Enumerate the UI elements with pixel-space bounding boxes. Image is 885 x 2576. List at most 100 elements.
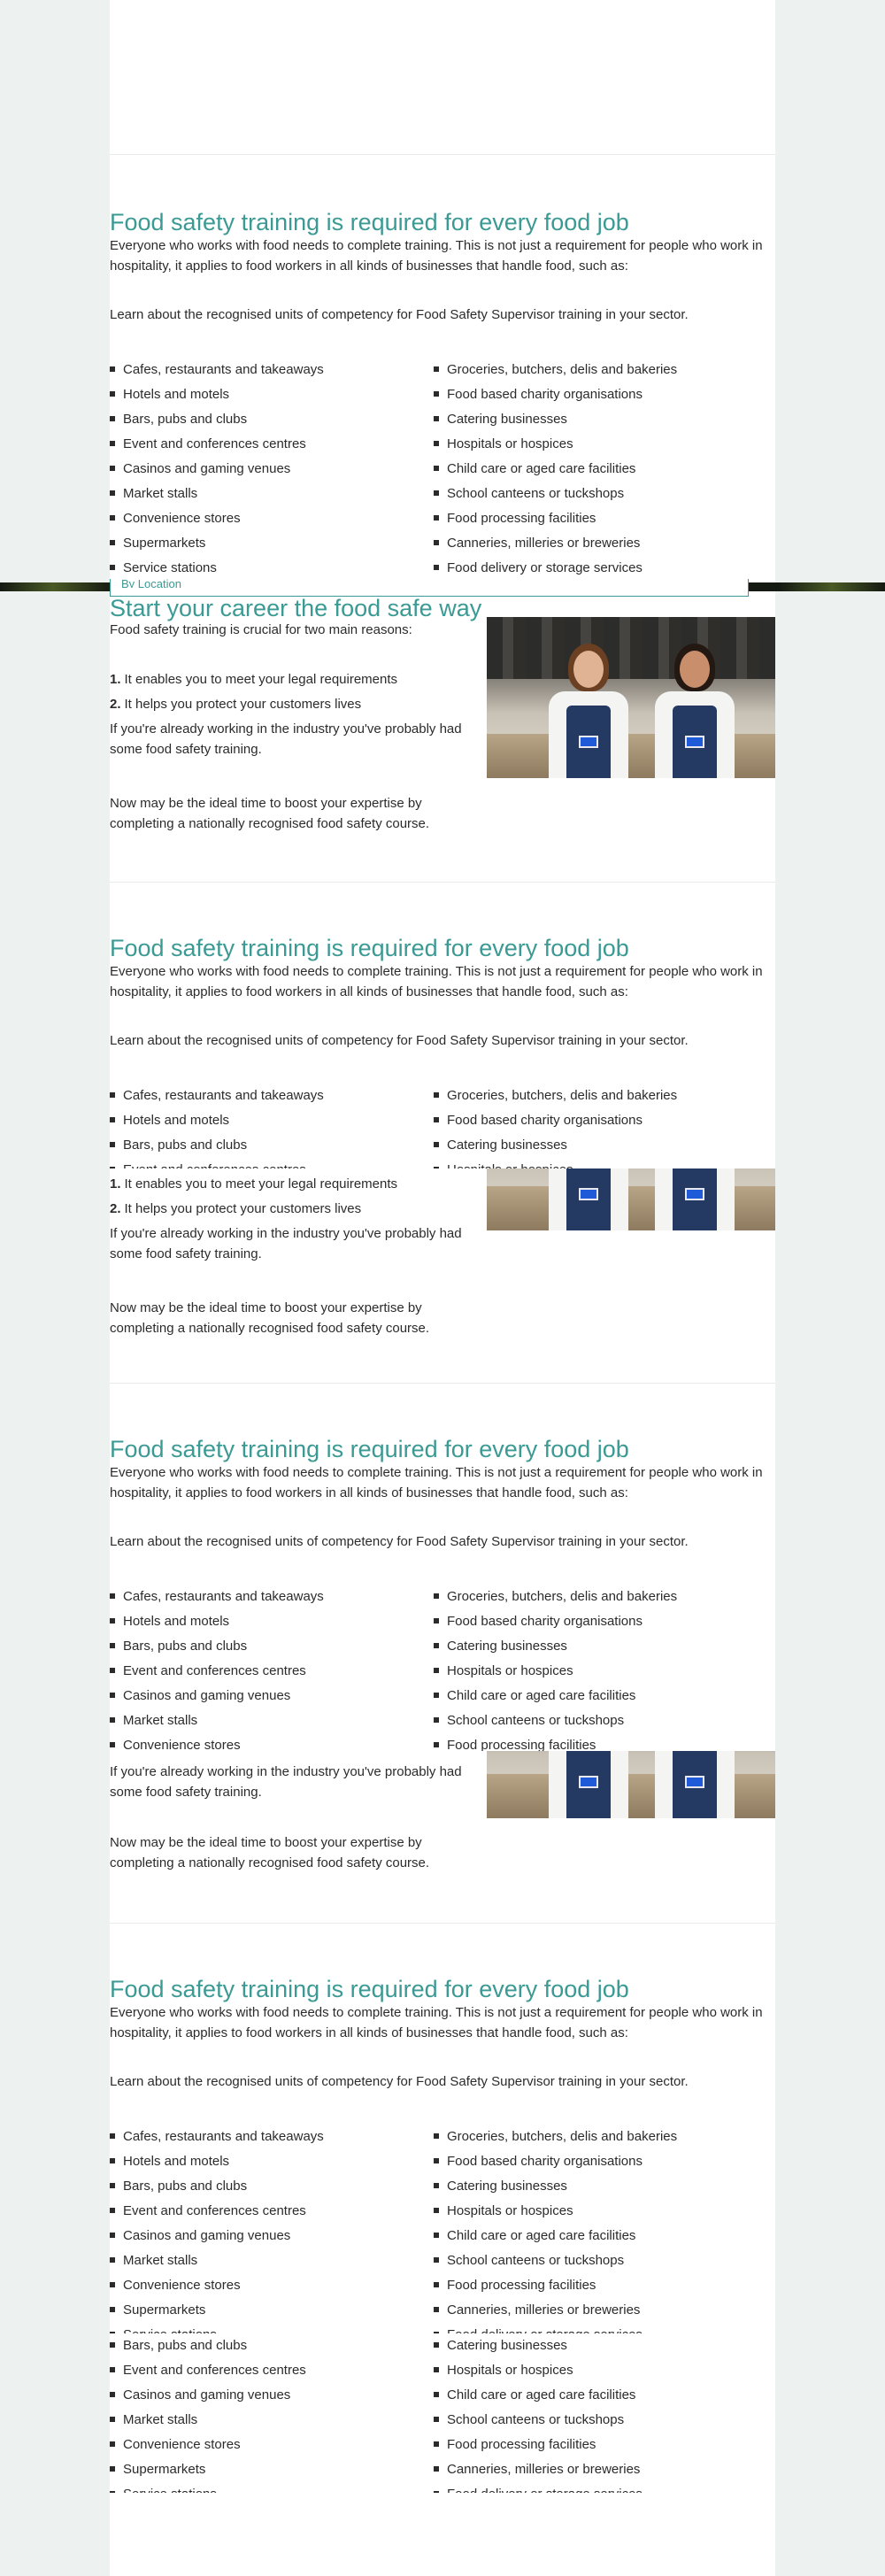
- section-divider: [110, 1923, 775, 1924]
- required-section-3: Food safety training is required for eve…: [0, 1436, 885, 1751]
- required-title: Food safety training is required for eve…: [110, 1436, 629, 1462]
- required-title: Food safety training is required for eve…: [110, 209, 629, 235]
- business-list-right: Groceries, butchers, delis and bakeriesF…: [434, 2333, 677, 2493]
- business-type-item: Convenience stores: [110, 2434, 324, 2459]
- business-list-right: Groceries, butchers, delis and bakeriesF…: [434, 359, 677, 581]
- business-list-left: Cafes, restaurants and takeawaysHotels a…: [110, 1085, 324, 1168]
- business-type-item: Canneries, milleries or breweries: [434, 2300, 677, 2325]
- section-divider: [110, 154, 775, 155]
- food-workers-photo: [487, 1168, 775, 1230]
- business-type-item: Convenience stores: [110, 508, 324, 533]
- business-type-item: Catering businesses: [434, 1135, 677, 1160]
- business-type-item: Casinos and gaming venues: [110, 2225, 324, 2250]
- business-type-item: Catering businesses: [434, 2335, 677, 2360]
- business-type-item: Hospitals or hospices: [434, 1160, 677, 1168]
- business-type-item: Supermarkets: [110, 2300, 324, 2325]
- business-type-item: Hotels and motels: [110, 1110, 324, 1135]
- learn-text: Learn about the recognised units of comp…: [110, 2074, 689, 2089]
- business-type-item: Food processing facilities: [434, 2434, 677, 2459]
- required-body: Everyone who works with food needs to co…: [110, 2005, 763, 2040]
- business-type-item: Child care or aged care facilities: [434, 2385, 677, 2410]
- business-type-item: Groceries, butchers, delis and bakeries: [434, 1586, 677, 1611]
- hero-intro: Food safety training is crucial for two …: [110, 622, 412, 637]
- business-type-item: School canteens or tuckshops: [434, 2410, 677, 2434]
- worker-man: [655, 1751, 735, 1818]
- business-type-item: Supermarkets: [110, 2459, 324, 2484]
- already-text: If you're already working in the industr…: [110, 1764, 462, 1800]
- business-type-item: School canteens or tuckshops: [434, 1710, 677, 1735]
- business-type-item: Bars, pubs and clubs: [110, 2335, 324, 2360]
- business-type-item: Groceries, butchers, delis and bakeries: [434, 359, 677, 384]
- business-type-item: Groceries, butchers, delis and bakeries: [434, 2126, 677, 2151]
- business-type-item: Food delivery or storage services: [434, 2325, 677, 2333]
- business-type-item: Groceries, butchers, delis and bakeries: [434, 1085, 677, 1110]
- business-list-right: Groceries, butchers, delis and bakeriesF…: [434, 1586, 677, 1751]
- business-type-item: Event and conferences centres: [110, 1160, 324, 1168]
- business-type-item: Market stalls: [110, 2250, 324, 2275]
- business-type-item: Child care or aged care facilities: [434, 1685, 677, 1710]
- business-list-left: Cafes, restaurants and takeawaysHotels a…: [110, 1586, 324, 1751]
- business-type-item: Food delivery or storage services: [434, 2484, 677, 2493]
- business-type-item: Market stalls: [110, 483, 324, 508]
- business-type-item: Catering businesses: [434, 2176, 677, 2201]
- business-type-item: Hospitals or hospices: [434, 1661, 677, 1685]
- reason-item: 1. It enables you to meet your legal requ…: [110, 1176, 398, 1192]
- required-section-2: Food safety training is required for eve…: [0, 935, 885, 1168]
- business-type-item: Food based charity organisations: [434, 384, 677, 409]
- business-type-item: Cafes, restaurants and takeaways: [110, 1586, 324, 1611]
- business-list-right: Groceries, butchers, delis and bakeriesF…: [434, 2126, 677, 2333]
- required-section-1: Food safety training is required for eve…: [0, 209, 885, 581]
- already-text: If you're already working in the industr…: [110, 721, 462, 757]
- required-title: Food safety training is required for eve…: [110, 935, 629, 961]
- business-type-item: Food processing facilities: [434, 508, 677, 533]
- location-label[interactable]: By Location: [121, 579, 181, 588]
- business-type-item: Bars, pubs and clubs: [110, 409, 324, 434]
- food-workers-photo: [487, 617, 775, 778]
- business-type-item: Casinos and gaming venues: [110, 1685, 324, 1710]
- business-type-item: Catering businesses: [434, 1636, 677, 1661]
- business-type-item: Canneries, milleries or breweries: [434, 533, 677, 558]
- business-type-item: Catering businesses: [434, 409, 677, 434]
- business-type-item: Casinos and gaming venues: [110, 2385, 324, 2410]
- business-type-item: Food based charity organisations: [434, 2151, 677, 2176]
- boost-text: Now may be the ideal time to boost your …: [110, 1835, 430, 1870]
- location-tab[interactable]: By Location: [110, 579, 749, 597]
- business-type-item: Cafes, restaurants and takeaways: [110, 1085, 324, 1110]
- reason-item: 2. It helps you protect your customers li…: [110, 697, 362, 712]
- business-type-item: Hotels and motels: [110, 1611, 324, 1636]
- learn-text: Learn about the recognised units of comp…: [110, 1534, 689, 1549]
- required-body: Everyone who works with food needs to co…: [110, 1465, 763, 1500]
- required-title: Food safety training is required for eve…: [110, 1976, 629, 2002]
- business-type-item: Service stations: [110, 558, 324, 581]
- learn-text: Learn about the recognised units of comp…: [110, 307, 689, 322]
- business-type-item: Food processing facilities: [434, 2275, 677, 2300]
- worker-woman: [549, 1751, 628, 1818]
- business-type-item: Hospitals or hospices: [434, 434, 677, 459]
- business-type-item: Event and conferences centres: [110, 434, 324, 459]
- reason-item: 1. It enables you to meet your legal requ…: [110, 672, 398, 687]
- reasons-list: 1. It enables you to meet your legal requ…: [110, 1174, 397, 1223]
- business-type-item: Service stations: [110, 2484, 324, 2493]
- business-type-item: Food processing facilities: [434, 1735, 677, 1751]
- business-type-item: Bars, pubs and clubs: [110, 1636, 324, 1661]
- required-section-5-fragment: Cafes, restaurants and takeawaysHotels a…: [0, 2333, 885, 2493]
- business-type-item: Food based charity organisations: [434, 1110, 677, 1135]
- business-type-item: Convenience stores: [110, 2275, 324, 2300]
- worker-man: [655, 636, 735, 778]
- worker-man: [655, 1168, 735, 1230]
- business-type-item: Food based charity organisations: [434, 1611, 677, 1636]
- hero-section-fragment-3: If you're already working in the industr…: [0, 1751, 885, 1921]
- business-type-item: Food delivery or storage services: [434, 558, 677, 581]
- business-type-item: Market stalls: [110, 2410, 324, 2434]
- business-type-item: Event and conferences centres: [110, 1661, 324, 1685]
- hero-section: Start your career the food safe way Food…: [0, 595, 885, 882]
- already-text: If you're already working in the industr…: [110, 1226, 462, 1261]
- business-type-item: Hospitals or hospices: [434, 2201, 677, 2225]
- business-type-item: Child care or aged care facilities: [434, 2225, 677, 2250]
- worker-woman: [549, 636, 628, 778]
- business-list-right: Groceries, butchers, delis and bakeriesF…: [434, 1085, 677, 1168]
- reasons-list: 1. It enables you to meet your legal requ…: [110, 669, 397, 719]
- hero-section-fragment-2: 1. It enables you to meet your legal requ…: [0, 1168, 885, 1381]
- business-type-item: Child care or aged care facilities: [434, 459, 677, 483]
- boost-text: Now may be the ideal time to boost your …: [110, 796, 430, 831]
